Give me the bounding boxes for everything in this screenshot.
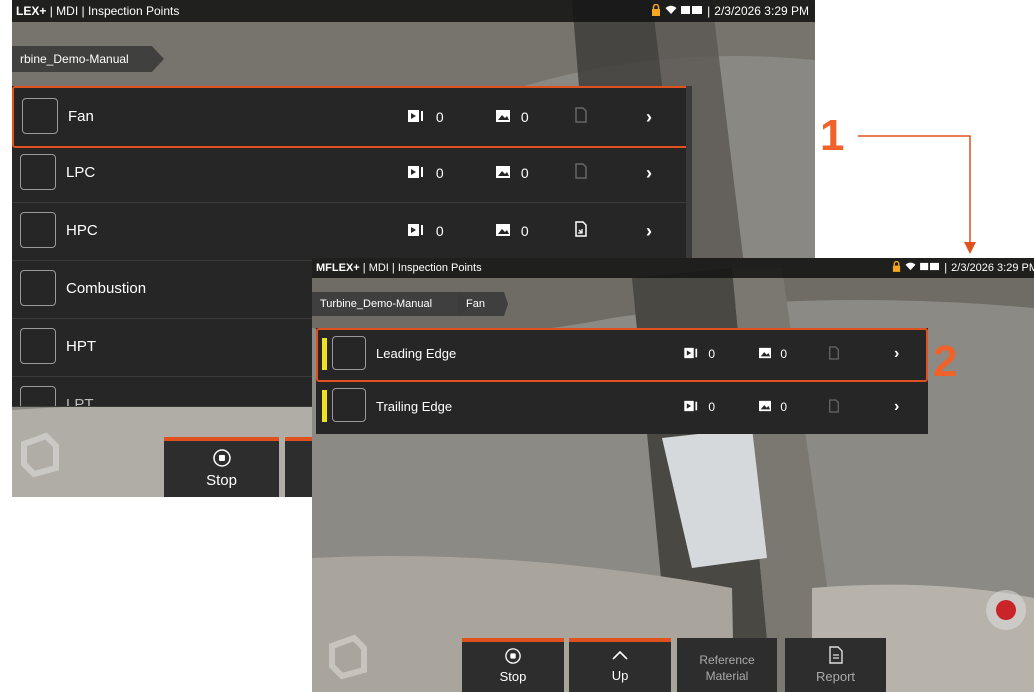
video-count: 0 <box>435 165 444 181</box>
inspection-point-list: Leading Edge 0 0 › Trailing Edge 0 0 › <box>316 328 928 434</box>
chevron-right-icon[interactable]: › <box>646 202 652 260</box>
reference-label-line2: Material <box>705 669 749 683</box>
image-icon <box>758 383 772 433</box>
video-icon <box>408 203 426 261</box>
up-icon <box>569 648 671 665</box>
image-icon <box>495 145 511 203</box>
stop-icon <box>164 449 279 470</box>
thumbnail <box>20 328 56 364</box>
breadcrumb-current[interactable]: Fan <box>458 292 508 316</box>
chevron-right-icon[interactable]: › <box>646 144 652 202</box>
lock-icon <box>651 3 661 19</box>
video-icon <box>408 89 426 147</box>
breadcrumb-label: Fan <box>466 298 485 310</box>
callout-arrow <box>858 135 976 254</box>
logo-icon <box>16 432 62 483</box>
thumbnail <box>20 270 56 306</box>
breadcrumb-label: Turbine_Demo-Manual <box>320 298 433 310</box>
wifi-icon <box>905 262 916 274</box>
list-item-label: HPC <box>66 222 98 239</box>
thumbnail <box>20 386 56 406</box>
up-label: Up <box>611 668 629 683</box>
battery-icon <box>681 4 703 18</box>
report-icon <box>828 331 840 379</box>
chevron-right-icon[interactable]: › <box>646 88 652 146</box>
list-item-trailing-edge[interactable]: Trailing Edge 0 0 › <box>316 382 928 432</box>
app-title: MDI | Inspection Points <box>368 262 482 274</box>
status-indicator <box>322 338 327 370</box>
video-count: 0 <box>435 109 444 125</box>
stop-label: Stop <box>206 472 237 489</box>
image-count: 0 <box>780 347 788 361</box>
list-item-label: Fan <box>68 108 94 125</box>
datetime: 2/3/2026 3:29 PM <box>951 262 1034 274</box>
list-item-label: Trailing Edge <box>376 399 453 414</box>
thumbnail <box>20 154 56 190</box>
list-item-label: LPT <box>66 396 94 407</box>
datetime: 2/3/2026 3:29 PM <box>714 4 809 18</box>
list-item-label: Leading Edge <box>376 346 457 361</box>
video-count: 0 <box>708 347 716 361</box>
image-icon <box>495 203 511 261</box>
camera-background <box>312 258 1034 692</box>
report-button[interactable]: Report <box>785 638 886 692</box>
list-item-lpc[interactable]: LPC 0 0 › <box>12 144 692 203</box>
image-count: 0 <box>780 400 788 414</box>
status-bar: MFLEX+ | MDI | Inspection Points | 2/3/2… <box>312 258 1034 278</box>
logo-icon <box>324 634 370 685</box>
chevron-right-icon[interactable]: › <box>894 330 899 378</box>
list-item-label: LPC <box>66 164 96 181</box>
image-icon <box>758 331 772 379</box>
video-icon <box>684 331 700 379</box>
reference-label-line1: Reference <box>699 653 755 667</box>
chevron-right-icon[interactable]: › <box>894 382 899 432</box>
record-button[interactable] <box>986 590 1026 630</box>
thumbnail <box>22 98 58 134</box>
list-item-leading-edge[interactable]: Leading Edge 0 0 › <box>316 328 928 382</box>
record-icon <box>996 600 1016 620</box>
report-icon <box>828 383 840 433</box>
stop-button[interactable]: Stop <box>164 437 279 497</box>
list-item-fan[interactable]: Fan 0 0 › <box>12 86 692 148</box>
report-icon <box>574 89 588 147</box>
app-title-brand: LEX+ <box>16 4 47 18</box>
app-title-brand: MFLEX+ <box>316 262 360 274</box>
callout-number-1: 1 <box>820 111 845 160</box>
thumbnail <box>20 212 56 248</box>
video-icon <box>684 383 700 433</box>
stop-label: Stop <box>499 669 527 684</box>
report-icon <box>574 203 588 261</box>
up-button[interactable]: Up <box>569 638 671 692</box>
lock-icon <box>892 260 901 275</box>
callout-number-2: 2 <box>933 337 958 386</box>
document-icon <box>785 646 886 667</box>
stop-button[interactable]: Stop <box>462 638 564 692</box>
battery-icon <box>920 262 940 274</box>
reference-material-button[interactable]: Reference Material <box>677 638 777 692</box>
wifi-icon <box>665 4 677 18</box>
image-icon <box>495 89 511 147</box>
screen-inspection-points-fan: MFLEX+ | MDI | Inspection Points | 2/3/2… <box>312 258 1034 692</box>
list-item-hpc[interactable]: HPC 0 0 › <box>12 202 692 261</box>
thumbnail <box>332 388 366 422</box>
breadcrumb-root[interactable]: Turbine_Demo-Manual <box>312 292 472 316</box>
breadcrumb-label: rbine_Demo-Manual <box>20 52 129 66</box>
image-count: 0 <box>520 109 529 125</box>
breadcrumb-root[interactable]: rbine_Demo-Manual <box>12 46 164 72</box>
list-item-label: Combustion <box>66 280 147 297</box>
image-count: 0 <box>520 165 529 181</box>
list-item-label: HPT <box>66 338 96 355</box>
report-label: Report <box>815 669 856 684</box>
status-indicator <box>322 390 327 422</box>
image-count: 0 <box>520 223 529 239</box>
app-title: MDI | Inspection Points <box>56 4 180 18</box>
status-bar: LEX+ | MDI | Inspection Points | 2/3/202… <box>12 0 815 22</box>
thumbnail <box>332 336 366 370</box>
video-count: 0 <box>708 400 716 414</box>
video-icon <box>408 145 426 203</box>
report-icon <box>574 145 588 203</box>
video-count: 0 <box>435 223 444 239</box>
stop-icon <box>462 648 564 667</box>
